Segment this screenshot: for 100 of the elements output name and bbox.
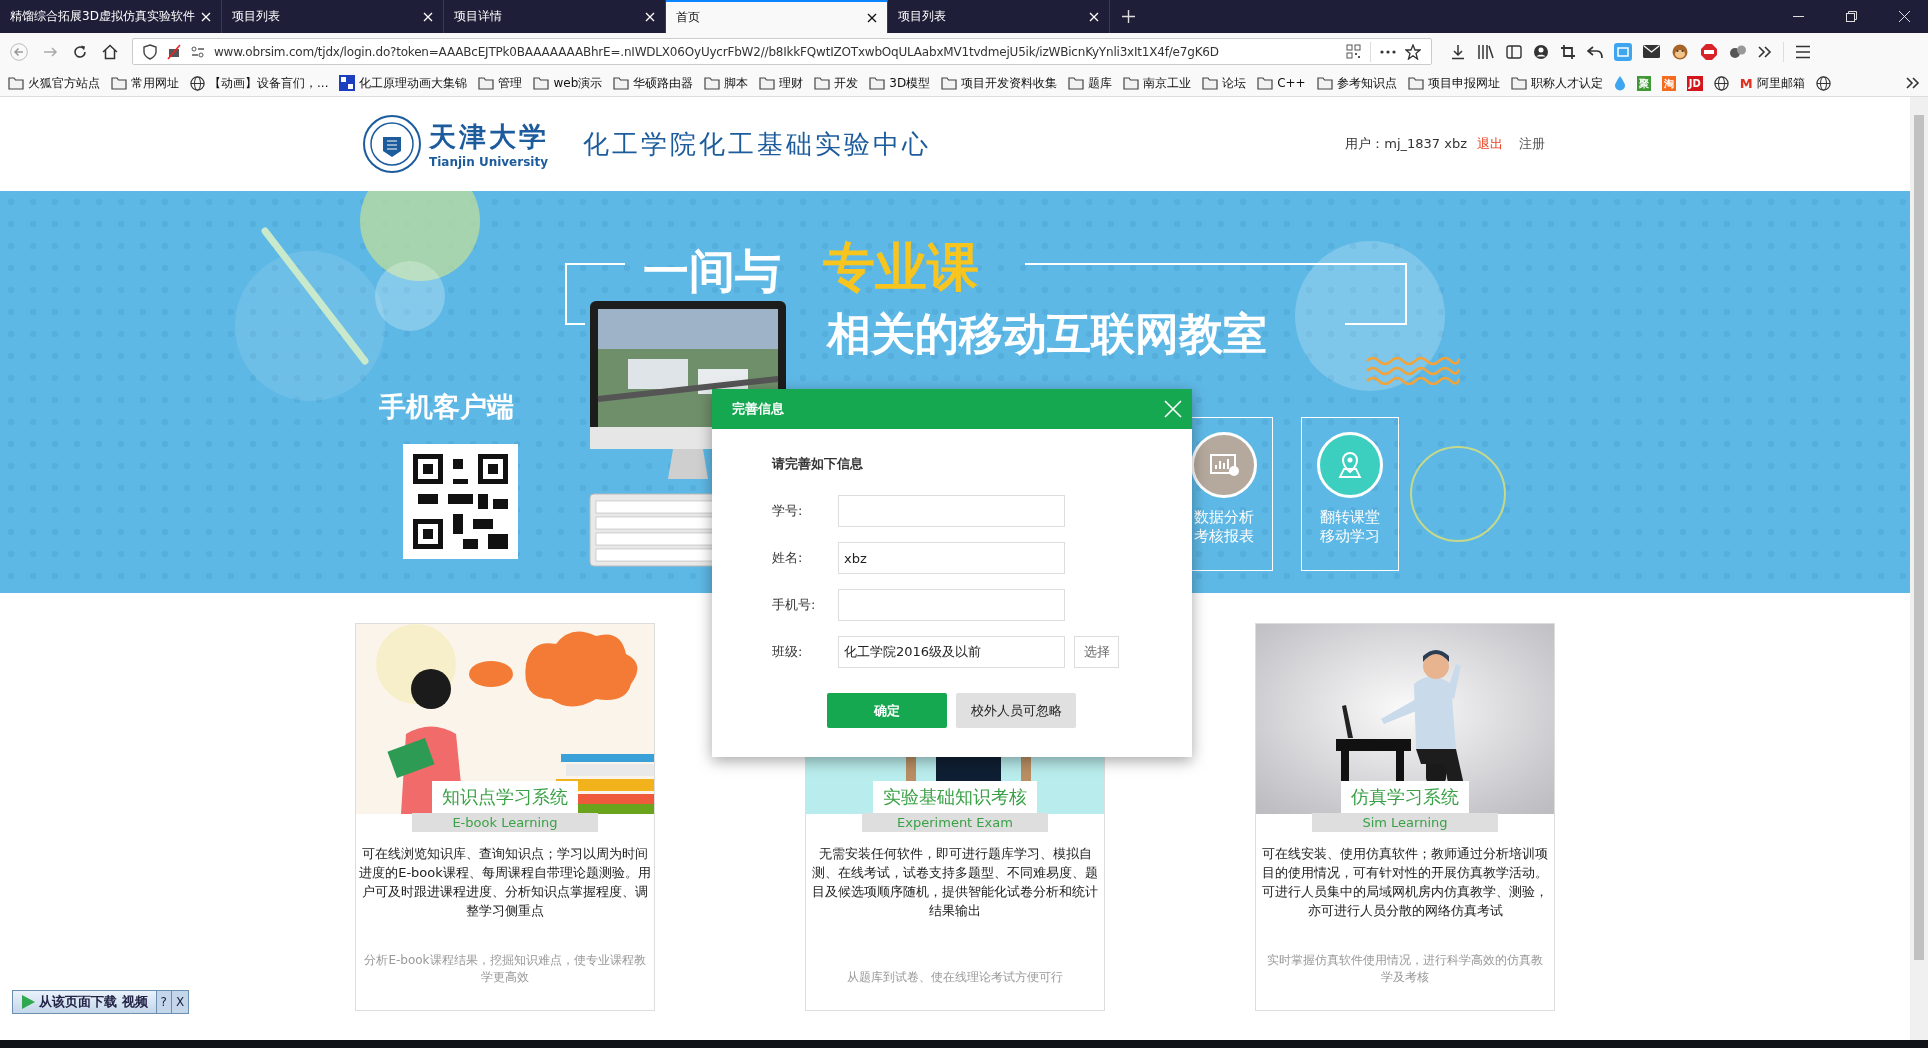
card-subtitle: Sim Learning bbox=[1312, 813, 1498, 832]
dialog-prompt: 请完善如下信息 bbox=[772, 455, 864, 473]
site-icon: 聚 bbox=[1636, 75, 1651, 91]
register-link[interactable]: 注册 bbox=[1519, 135, 1545, 153]
scrollbar[interactable] bbox=[1910, 97, 1928, 1040]
logout-link[interactable]: 退出 bbox=[1477, 135, 1503, 153]
home-icon[interactable] bbox=[102, 43, 118, 60]
bookmark-item[interactable]: 理财 bbox=[759, 74, 804, 92]
star-icon[interactable] bbox=[1405, 43, 1421, 60]
card-title: 实验基础知识考核 bbox=[873, 781, 1037, 813]
field-label: 手机号: bbox=[772, 596, 817, 614]
site-icon: 淘 bbox=[1661, 75, 1676, 91]
bookmark-item[interactable]: 管理 bbox=[478, 74, 523, 92]
folder-icon bbox=[814, 76, 831, 90]
bookmark-item[interactable]: 3D模型 bbox=[869, 74, 931, 92]
download-icon[interactable] bbox=[1450, 43, 1466, 60]
bookmark-item[interactable]: M 阿里邮箱 bbox=[1739, 74, 1805, 92]
download-video-button[interactable]: 从该页面下载 视频 bbox=[13, 991, 156, 1013]
permissions-icon[interactable] bbox=[191, 45, 205, 58]
card-description: 可在线安装、使用仿真软件；教师通过分析培训项目的使用情况，可有针对性的开展仿真教学活动。可进行人员集中的局域网机房内仿真教学、测验，亦可进行人员分散的网络仿真考试 bbox=[1261, 845, 1549, 920]
plus-icon[interactable] bbox=[1122, 10, 1135, 23]
more-icon[interactable] bbox=[1380, 49, 1396, 54]
grid-icon bbox=[339, 75, 356, 91]
globe-icon bbox=[1713, 75, 1729, 91]
bookmark-item[interactable]: 南京工业 bbox=[1123, 74, 1192, 92]
close-icon[interactable] bbox=[867, 12, 877, 23]
skip-button[interactable]: 校外人员可忽略 bbox=[956, 693, 1076, 728]
undo-icon[interactable] bbox=[1587, 44, 1603, 59]
select-button[interactable]: 选择 bbox=[1074, 636, 1119, 668]
browser-tab[interactable]: 首页 bbox=[666, 0, 888, 33]
back-icon[interactable] bbox=[10, 42, 28, 61]
bookmark-item[interactable]: 论坛 bbox=[1202, 74, 1247, 92]
card-subtitle: E-book Learning bbox=[412, 813, 598, 832]
bookmark-item[interactable]: 项目开发资料收集 bbox=[941, 74, 1058, 92]
folder-icon bbox=[1257, 76, 1274, 90]
user-label: 用户：mj_1837 xbz bbox=[1345, 135, 1467, 153]
bookmark-item[interactable]: 职称人才认定 bbox=[1510, 74, 1603, 92]
folder-icon bbox=[1123, 76, 1140, 90]
bookmark-item[interactable]: 火狐官方站点 bbox=[8, 74, 100, 92]
qr-code-icon[interactable] bbox=[1346, 44, 1361, 59]
bookmark-item[interactable]: 脚本 bbox=[704, 74, 749, 92]
banner-headline: 一间与 bbox=[643, 243, 781, 300]
bookmark-item[interactable]: 【动画】设备盲们，... bbox=[190, 74, 329, 92]
folder-icon bbox=[1202, 76, 1219, 90]
university-name: 天津大学 bbox=[429, 120, 549, 154]
bookmark-item[interactable]: 项目申报网址 bbox=[1407, 74, 1500, 92]
folder-icon bbox=[1510, 76, 1527, 90]
blocked-icon[interactable] bbox=[166, 43, 182, 60]
bookmark-item[interactable]: 化工原理动画大集锦 bbox=[339, 74, 468, 92]
bookmark-item[interactable]: 题库 bbox=[1068, 74, 1113, 92]
crop-icon[interactable] bbox=[1560, 43, 1576, 60]
folder-icon bbox=[8, 76, 24, 90]
reload-icon[interactable] bbox=[72, 43, 88, 60]
bookmark-item[interactable]: 常用网址 bbox=[111, 74, 179, 92]
site-icon: M bbox=[1739, 75, 1753, 91]
sidebar-icon[interactable] bbox=[1506, 44, 1522, 59]
folder-icon bbox=[1407, 76, 1424, 90]
address-bar[interactable]: www.obrsim.com/tjdx/login.do?token=AAABcEJTPk0BAAAAAAABhrE=.nIWDLX06OyUycrFbW2//b8IkkFQwtIZOTxwbOqULAabxMV1tvdmejU5ik/izWBicnKyYnli3xIt1X4f/e7gK6D bbox=[132, 38, 1432, 65]
dialog-title: 完善信息 bbox=[732, 400, 784, 418]
bookmark-item[interactable]: 开发 bbox=[814, 74, 859, 92]
url-text: www.obrsim.com/tjdx/login.do?token=AAABcEJTPk0BAAAAAAABhrE=.nIWDLX06OyUycrFbW2//b8IkkFQwtIZOTxwbOqULAabxMV1tvdmejU5ik/izWBicnKyYnli3xIt1X4f/e7gK6D bbox=[214, 44, 1220, 59]
card-note: 分析E-book课程结果，挖掘知识难点，使专业课程教学更高效 bbox=[363, 952, 647, 986]
extension-icon[interactable] bbox=[1729, 43, 1747, 60]
folder-icon bbox=[1316, 76, 1333, 90]
mobile-client-title: 手机客户端 bbox=[379, 390, 514, 424]
monkey-icon[interactable] bbox=[1671, 43, 1689, 60]
menu-icon[interactable] bbox=[1795, 44, 1811, 59]
folder-icon bbox=[704, 76, 721, 90]
university-emblem-icon bbox=[363, 115, 421, 173]
folder-icon bbox=[111, 76, 127, 90]
library-icon[interactable] bbox=[1477, 43, 1495, 60]
input-field[interactable]: xbz bbox=[838, 542, 1065, 574]
banner-headline-highlight: 专业课 bbox=[823, 236, 979, 299]
folder-icon bbox=[1068, 76, 1085, 90]
folder-icon bbox=[941, 76, 958, 90]
overflow-icon[interactable] bbox=[1906, 77, 1920, 89]
bookmark-item[interactable]: 参考知识点 bbox=[1316, 74, 1397, 92]
input-field[interactable]: 化工学院2016级及以前 bbox=[838, 636, 1065, 668]
banner-headline: 相关的移动互联网教室 bbox=[827, 307, 1267, 361]
bookmark-item[interactable]: C++ bbox=[1257, 76, 1306, 90]
restore-icon[interactable] bbox=[1846, 11, 1857, 22]
shield-icon[interactable] bbox=[143, 43, 157, 60]
card-note: 从题库到试卷、使在线理论考试方便可行 bbox=[847, 969, 1063, 986]
account-icon[interactable] bbox=[1533, 43, 1549, 60]
card-description: 可在线浏览知识库、查询知识点；学习以周为时间进度的E-book课程、每周课程自带理论题测验。用户可及时跟进课程进度、分析知识点掌握程度、调整学习侧重点 bbox=[358, 845, 652, 920]
card-note: 实时掌握仿真软件使用情况，进行科学高效的仿真教学及考核 bbox=[1266, 952, 1544, 986]
globe-icon bbox=[1815, 75, 1831, 91]
card-title: 仿真学习系统 bbox=[1341, 781, 1469, 813]
mail-icon[interactable] bbox=[1643, 45, 1660, 58]
input-field[interactable] bbox=[838, 589, 1065, 621]
bookmark-item[interactable]: web演示 bbox=[533, 74, 603, 92]
card-description: 无需安装任何软件，即可进行题库学习、模拟自测、在线考试，试卷支持多题型、不同难易度、题目及候选项顺序随机，提供智能化试卷分析和统计结果输出 bbox=[811, 845, 1099, 920]
overflow-icon[interactable] bbox=[1758, 45, 1772, 58]
field-label: 姓名: bbox=[772, 549, 804, 567]
feature-label: 翻转课堂 移动学习 bbox=[1320, 508, 1380, 546]
university-name-english: Tianjin University bbox=[429, 155, 549, 169]
bookmark-item[interactable]: 华硕路由器 bbox=[613, 74, 694, 92]
adblock-icon[interactable] bbox=[1700, 42, 1718, 61]
field-label: 班级: bbox=[772, 643, 804, 661]
input-field[interactable] bbox=[838, 495, 1065, 527]
